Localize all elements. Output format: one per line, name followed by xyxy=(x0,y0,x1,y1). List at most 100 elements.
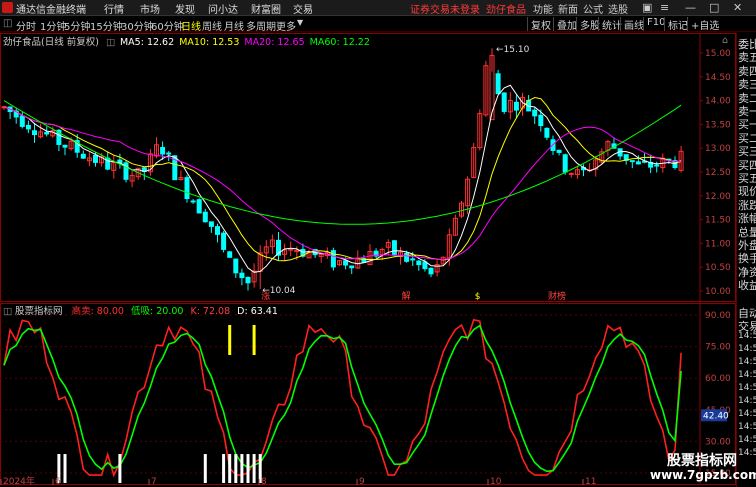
trade-login-notice[interactable]: 证券交易未登录 劲仔食品 xyxy=(410,1,526,16)
price-tick-label: 10.50 xyxy=(705,263,731,273)
price-tick-label: 14.50 xyxy=(705,73,731,83)
chart-area[interactable]: 15.00 14.50 14.00 13.50 13.00 12.50 12.00 11.50… xyxy=(0,33,736,487)
panel-collapse-icon[interactable]: ◫ xyxy=(106,37,115,48)
x-axis-label: 11 xyxy=(585,477,596,487)
close-icon[interactable]: ✕ xyxy=(733,1,742,14)
candle-body xyxy=(44,131,50,135)
candle-body xyxy=(404,252,410,262)
app-logo-icon xyxy=(2,2,13,13)
candle-body xyxy=(19,115,25,127)
draw-line-button[interactable]: 画线 xyxy=(620,17,644,32)
period-more[interactable]: 更多 xyxy=(276,18,296,33)
indicator-tick-label: 90.00 xyxy=(705,311,731,321)
candle-body xyxy=(245,276,251,284)
price-tick-label: 14.00 xyxy=(705,97,731,107)
low-buy-signal-bar xyxy=(252,454,256,483)
overlay-button[interactable]: 叠加 xyxy=(553,17,577,32)
candle-body xyxy=(422,261,428,270)
skin-icon[interactable]: ▣ xyxy=(642,1,652,14)
restore-rights-button[interactable]: 复权 xyxy=(527,17,551,32)
buy-signal-marker xyxy=(252,325,256,355)
candle-body xyxy=(538,114,544,127)
maximize-icon[interactable]: □ xyxy=(709,1,719,14)
indicator-tick-label: 75.00 xyxy=(705,343,731,353)
multi-stock-button[interactable]: 多股 xyxy=(576,17,600,32)
ma5-line xyxy=(3,84,682,273)
ma20-label: MA20: 12.65 xyxy=(244,37,305,48)
low-buy-label: 低吸: 20.00 xyxy=(131,306,184,317)
f10-button[interactable]: F10 xyxy=(643,17,665,31)
low-buy-signal-bar xyxy=(222,454,226,483)
quote-field-label: 收益 xyxy=(738,279,756,293)
candle-body xyxy=(62,144,68,148)
indicator-toggle-icon[interactable]: ◫ xyxy=(3,306,12,317)
tick-time: 14:50 xyxy=(738,422,756,432)
high-price-label: ←15.10 xyxy=(496,45,530,55)
mark-button[interactable]: 标记 xyxy=(664,17,688,32)
candle-body xyxy=(160,147,166,155)
period-weekly[interactable]: 周线 xyxy=(202,18,222,33)
candle-body xyxy=(654,164,660,167)
event-marker[interactable]: 财榜 xyxy=(548,290,566,302)
more-dropdown-icon[interactable]: ▼ xyxy=(297,18,303,27)
low-buy-signal-bar xyxy=(118,454,122,483)
period-60min[interactable]: 60分钟 xyxy=(151,18,184,33)
menu-market-list[interactable]: 市场 xyxy=(140,1,160,16)
menu-stock-select[interactable]: 选股 xyxy=(608,1,628,16)
minimize-icon[interactable]: — xyxy=(685,1,696,14)
k-line xyxy=(3,318,682,478)
high-sell-label: 高卖: 80.00 xyxy=(71,306,124,317)
event-marker[interactable]: 解 xyxy=(402,290,411,302)
period-timeshare[interactable]: 分时 xyxy=(16,18,36,33)
add-watchlist-button[interactable]: +自选 xyxy=(687,17,719,32)
period-multi[interactable]: 多周期 xyxy=(246,18,276,33)
candle-body xyxy=(25,124,31,130)
title-bar: 通达信金融终端 行情 市场 发现 问小达 财富圈 交易 证券交易未登录 劲仔食品 … xyxy=(0,0,756,16)
d-value-label: D: 63.41 xyxy=(237,306,278,317)
period-15min[interactable]: 15分钟 xyxy=(90,18,123,33)
price-tick-label: 15.00 xyxy=(705,49,731,59)
candle-body xyxy=(190,200,196,203)
statistics-button[interactable]: 统计 xyxy=(598,17,622,32)
candle-body xyxy=(629,160,635,163)
candle-body xyxy=(501,92,507,112)
price-tick-label: 13.00 xyxy=(705,144,731,154)
menu-market[interactable]: 行情 xyxy=(104,1,124,16)
candle-body xyxy=(428,267,434,275)
period-1min[interactable]: 1分钟 xyxy=(40,18,66,33)
ma20-line xyxy=(3,106,682,261)
low-buy-signal-bar xyxy=(203,454,207,483)
period-monthly[interactable]: 月线 xyxy=(224,18,244,33)
indicator-panel-frame xyxy=(0,303,736,485)
menu-discover[interactable]: 发现 xyxy=(175,1,195,16)
candle-body xyxy=(93,154,98,163)
period-daily[interactable]: 日线 xyxy=(181,18,201,33)
x-axis-label: 6 xyxy=(55,477,61,487)
menu-new-page[interactable]: 新面 xyxy=(558,1,578,16)
menu-wealth-circle[interactable]: 财富圈 xyxy=(251,1,281,16)
menu-ask-xiaoda[interactable]: 问小达 xyxy=(208,1,238,16)
menu-trade[interactable]: 交易 xyxy=(293,1,313,16)
low-buy-signal-bar xyxy=(63,454,67,483)
candle-body xyxy=(221,232,227,250)
event-marker[interactable]: $ xyxy=(475,292,481,302)
low-buy-signal-bar xyxy=(240,454,244,483)
price-tick-label: 13.50 xyxy=(705,120,731,130)
hamburger-menu-icon[interactable]: ≡ xyxy=(660,1,669,14)
menu-function[interactable]: 功能 xyxy=(533,1,553,16)
candle-body xyxy=(544,127,550,138)
price-tick-label: 12.00 xyxy=(705,192,731,202)
period-toolbar: ◫ 分时 1分钟 5分钟 15分钟 30分钟 60分钟 日线 周线 月线 多周期… xyxy=(0,17,756,33)
panel-menu-icon[interactable]: ⌂ xyxy=(722,35,728,46)
candle-body xyxy=(32,130,37,136)
indicator-title[interactable]: 股票指标网 xyxy=(15,306,63,317)
toolbar-toggle-icon[interactable]: ◫ xyxy=(3,18,12,29)
buy-signal-marker xyxy=(228,325,232,355)
period-5min[interactable]: 5分钟 xyxy=(64,18,90,33)
period-30min[interactable]: 30分钟 xyxy=(121,18,154,33)
tick-time: 14:50 xyxy=(738,409,756,419)
menu-formula[interactable]: 公式 xyxy=(583,1,603,16)
event-marker[interactable]: 涨 xyxy=(261,291,270,302)
app-title: 通达信金融终端 xyxy=(16,5,86,16)
candle-body xyxy=(343,260,349,266)
